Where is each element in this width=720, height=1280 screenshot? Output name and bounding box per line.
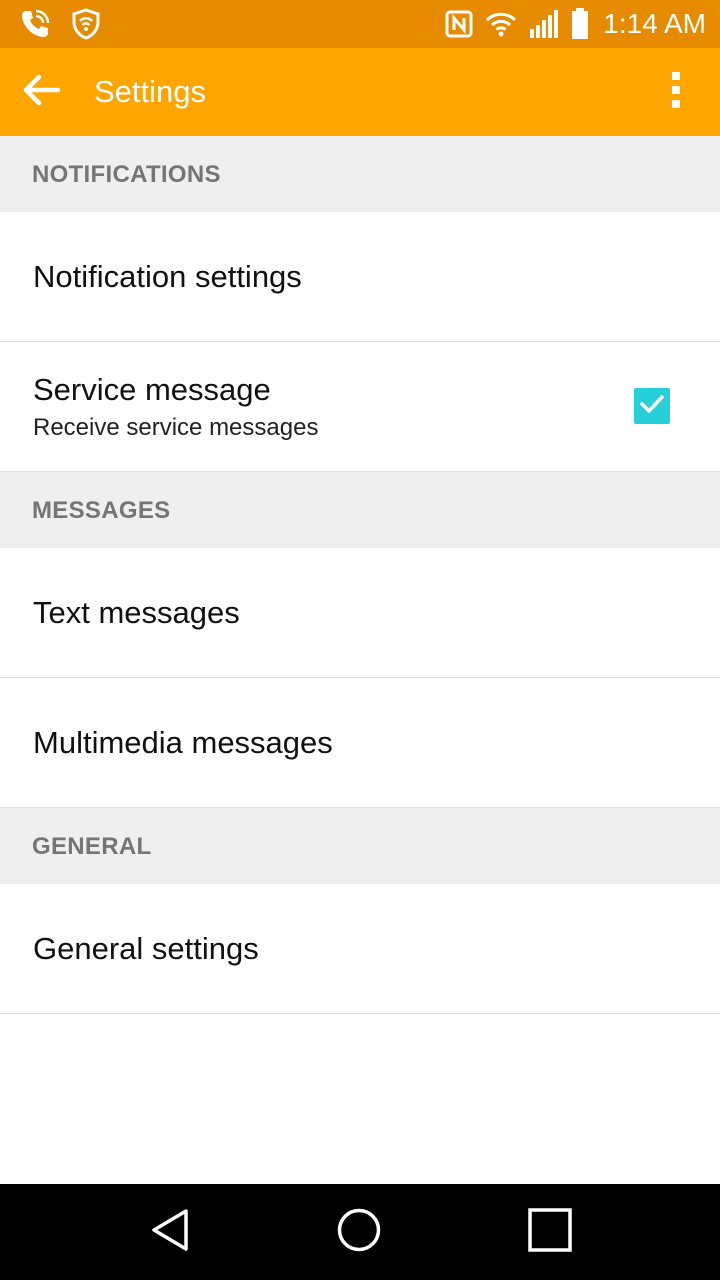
more-vert-icon <box>670 70 682 115</box>
service-message-checkbox[interactable] <box>634 388 670 424</box>
check-icon <box>639 393 665 420</box>
call-icon <box>18 7 52 41</box>
nav-recents-button[interactable] <box>526 1207 574 1258</box>
page-title: Settings <box>94 74 207 109</box>
section-header-notifications: NOTIFICATIONS <box>0 136 720 212</box>
signal-icon <box>529 9 559 39</box>
vpn-shield-icon <box>72 8 100 40</box>
list-item-multimedia-messages[interactable]: Multimedia messages <box>0 678 720 808</box>
back-button[interactable] <box>18 70 66 114</box>
list-item-service-message[interactable]: Service message Receive service messages <box>0 342 720 472</box>
nfc-icon <box>445 10 473 38</box>
arrow-back-icon <box>22 73 62 112</box>
list-item-title: Text messages <box>33 595 240 630</box>
nav-back-icon <box>148 1207 192 1258</box>
overflow-menu-button[interactable] <box>652 68 700 116</box>
wifi-icon <box>485 11 517 37</box>
list-item-notification-settings[interactable]: Notification settings <box>0 212 720 342</box>
list-item-title: General settings <box>33 931 259 966</box>
navigation-bar <box>0 1184 720 1280</box>
battery-icon <box>571 8 589 40</box>
list-item-title: Service message <box>33 372 271 407</box>
app-bar: Settings <box>0 48 720 136</box>
settings-list: NOTIFICATIONS Notification settings Serv… <box>0 136 720 1014</box>
status-clock: 1:14 AM <box>603 8 706 39</box>
list-item-title: Multimedia messages <box>33 725 333 760</box>
nav-home-icon <box>336 1207 382 1258</box>
list-item-title: Notification settings <box>33 259 302 294</box>
list-item-general-settings[interactable]: General settings <box>0 884 720 1014</box>
list-item-summary: Receive service messages <box>33 414 319 441</box>
status-bar: 1:14 AM <box>0 0 720 48</box>
nav-back-button[interactable] <box>146 1208 194 1256</box>
list-item-text-messages[interactable]: Text messages <box>0 548 720 678</box>
section-header-general: GENERAL <box>0 808 720 884</box>
section-header-messages: MESSAGES <box>0 472 720 548</box>
nav-recents-icon <box>527 1207 573 1258</box>
nav-home-button[interactable] <box>335 1208 383 1256</box>
